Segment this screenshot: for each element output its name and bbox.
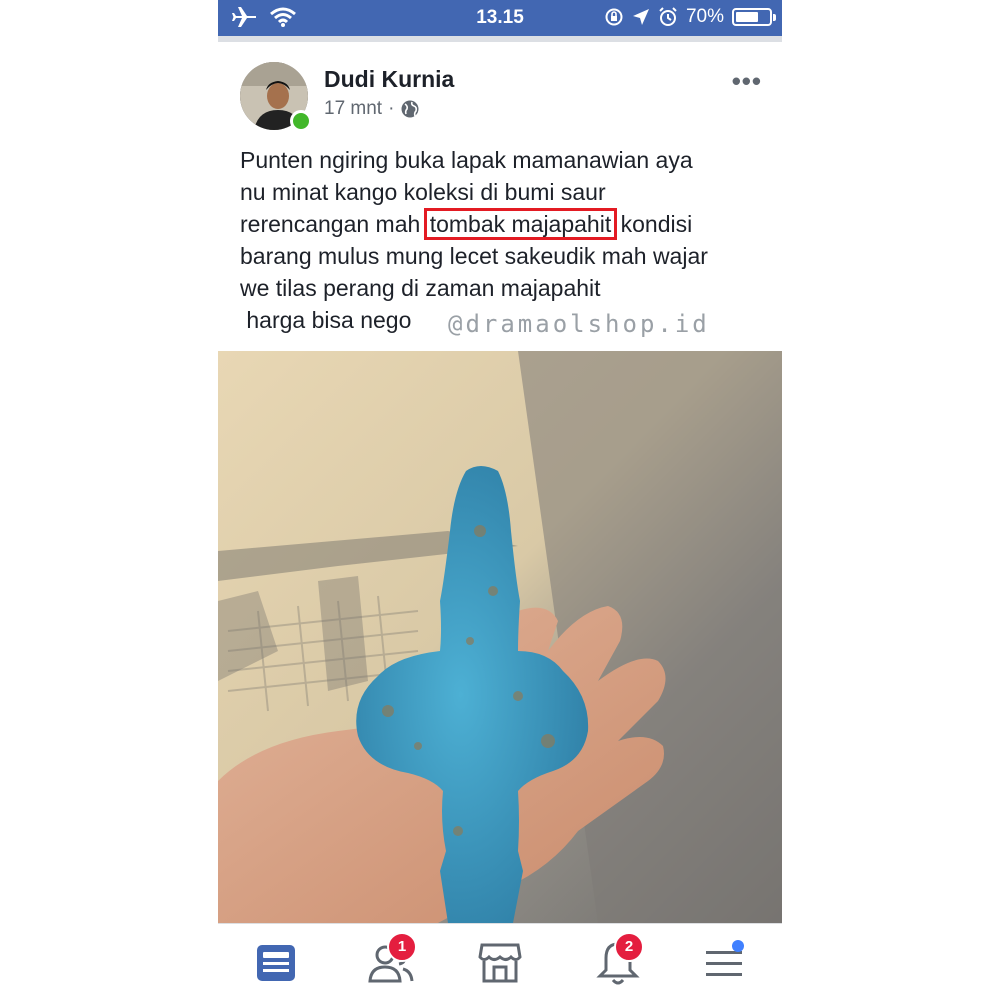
post-time[interactable]: 17 mnt bbox=[324, 98, 382, 120]
rotation-lock-icon bbox=[605, 8, 623, 26]
photo-illustration bbox=[218, 351, 782, 923]
post-photo[interactable] bbox=[218, 351, 782, 923]
post-text-line: barang mulus mung lecet sakeudik mah waj… bbox=[240, 243, 708, 269]
phone-screen: 13.15 70% Dudi Kurnia 17 mnt · ••• Punte… bbox=[218, 0, 782, 1000]
tab-menu[interactable] bbox=[694, 936, 754, 990]
status-right: 70% bbox=[604, 6, 776, 28]
tab-friends[interactable]: 1 bbox=[361, 932, 421, 990]
post-text-line: nu minat kango koleksi di bumi saur bbox=[240, 179, 606, 205]
menu-indicator-dot bbox=[732, 940, 744, 952]
tab-news-feed[interactable] bbox=[246, 936, 306, 990]
bottom-tab-bar: 1 2 bbox=[218, 923, 782, 1000]
post-text-segment: rerencangan mah bbox=[240, 211, 427, 237]
post-meta: 17 mnt · bbox=[324, 98, 420, 120]
alarm-icon bbox=[659, 7, 677, 26]
more-options-button[interactable]: ••• bbox=[732, 66, 762, 97]
post-text-line: rerencangan mah tombak majapahit kondisi bbox=[240, 208, 770, 240]
header-divider bbox=[218, 36, 782, 42]
news-feed-icon bbox=[257, 945, 295, 981]
meta-separator: · bbox=[388, 98, 395, 119]
globe-icon bbox=[401, 100, 419, 118]
battery-percent: 70% bbox=[685, 6, 724, 27]
tab-notifications[interactable]: 2 bbox=[588, 932, 648, 990]
location-icon bbox=[632, 9, 649, 25]
status-bar: 13.15 70% bbox=[218, 0, 782, 36]
notifications-badge: 2 bbox=[614, 932, 644, 962]
post-text-segment: kondisi bbox=[614, 211, 693, 237]
battery-fill bbox=[736, 12, 759, 22]
marketplace-icon bbox=[478, 943, 522, 983]
highlighted-phrase: tombak majapahit bbox=[423, 208, 618, 240]
watermark: @dramaolshop.id bbox=[448, 310, 710, 338]
post-text-line: Punten ngiring buka lapak mamanawian aya bbox=[240, 147, 693, 173]
post-text: Punten ngiring buka lapak mamanawian aya… bbox=[240, 144, 770, 336]
battery-icon bbox=[732, 8, 776, 26]
post-text-line: we tilas perang di zaman majapahit bbox=[240, 275, 601, 301]
author-name[interactable]: Dudi Kurnia bbox=[324, 66, 454, 93]
tab-marketplace[interactable] bbox=[470, 936, 530, 990]
friends-badge: 1 bbox=[387, 932, 417, 962]
online-status-dot bbox=[290, 110, 312, 132]
